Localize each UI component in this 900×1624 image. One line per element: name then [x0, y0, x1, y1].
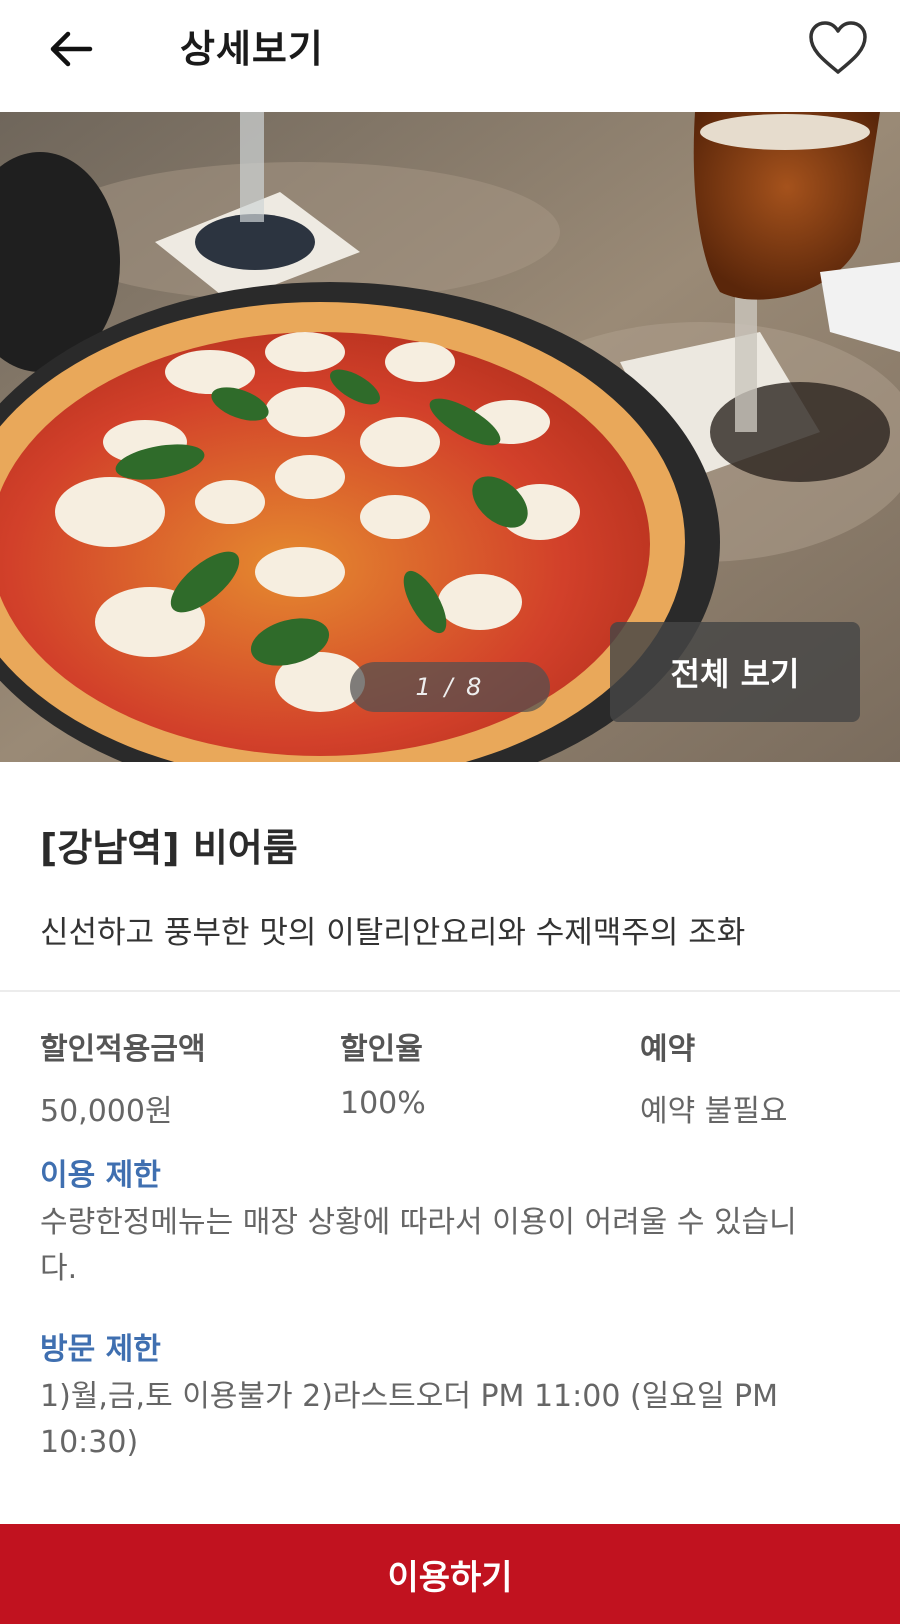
stat-label: 할인율 [340, 1032, 423, 1067]
view-all-photos-button[interactable]: 전체 보기 [610, 622, 860, 722]
arrow-left-icon [50, 31, 93, 67]
benefit-details: 할인적용금액 50,000원 할인율 100% 예약 예약 불필요 이용 제한 … [0, 992, 900, 1522]
stat-discount-amount: 할인적용금액 50,000원 [40, 1024, 300, 1130]
use-button[interactable]: 이용하기 [0, 1524, 900, 1624]
stat-value: 예약 불필요 [640, 1094, 788, 1129]
stat-value: 100% [340, 1086, 426, 1121]
store-info: [강남역] 비어룸 신선하고 풍부한 맛의 이탈리안요리와 수제맥주의 조화 [0, 762, 900, 992]
back-button[interactable] [40, 18, 102, 80]
stat-discount-rate: 할인율 100% [340, 1024, 600, 1121]
visit-limit-title: 방문 제한 [40, 1332, 161, 1367]
top-bar: 상세보기 [0, 0, 900, 112]
usage-limit-body: 수량한정메뉴는 매장 상황에 따라서 이용이 어려울 수 있습니다. [40, 1205, 797, 1286]
heart-outline-icon [809, 21, 867, 74]
gallery-pager: 1 / 8 [350, 662, 550, 712]
stat-label: 예약 [640, 1032, 696, 1067]
stat-reservation: 예약 예약 불필요 [640, 1024, 900, 1130]
stat-label: 할인적용금액 [40, 1032, 206, 1067]
store-description: 신선하고 풍부한 맛의 이탈리안요리와 수제맥주의 조화 [40, 915, 746, 951]
store-name: [강남역] 비어룸 [40, 826, 298, 870]
usage-limit-title: 이용 제한 [40, 1158, 161, 1193]
visit-limit-body: 1)월,금,토 이용불가 2)라스트오더 PM 11:00 (일요일 PM 10… [40, 1379, 778, 1460]
favorite-button[interactable] [802, 12, 874, 84]
page-title: 상세보기 [180, 27, 324, 71]
photo-gallery[interactable]: 1 / 8 전체 보기 [0, 112, 900, 762]
stat-value: 50,000원 [40, 1094, 173, 1129]
